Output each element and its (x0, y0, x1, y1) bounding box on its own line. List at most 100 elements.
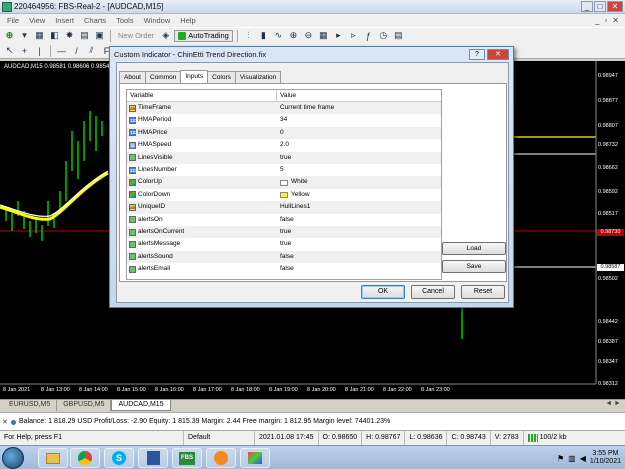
zoom-in-icon[interactable]: ⊕ (287, 29, 300, 42)
bar-chart-icon[interactable]: ⫶ (242, 29, 255, 42)
taskbar-skype-icon[interactable]: S (104, 448, 134, 468)
tab-colors[interactable]: Colors (207, 71, 236, 83)
param-value[interactable]: 2.0 (280, 139, 289, 151)
data-window-icon[interactable]: ◧ (48, 29, 61, 42)
clock[interactable]: 3:55 PM 1/10/2021 (590, 450, 621, 466)
param-value[interactable]: false (280, 263, 294, 275)
menu-tools[interactable]: Tools (116, 16, 134, 25)
param-row[interactable]: alertsSound false (127, 250, 441, 264)
tab-visualization[interactable]: Visualization (234, 71, 282, 83)
network-icon[interactable]: ▥ (568, 454, 576, 463)
taskbar-explorer-icon[interactable] (38, 448, 68, 468)
param-value[interactable]: true (280, 152, 291, 164)
reset-button[interactable]: Reset (461, 285, 505, 299)
trendline-icon[interactable]: / (70, 44, 83, 57)
autoscroll-icon[interactable]: ▸ (332, 29, 345, 42)
zoom-out-icon[interactable]: ⊖ (302, 29, 315, 42)
tester-icon[interactable]: ▣ (93, 29, 106, 42)
load-button[interactable]: Load (442, 242, 506, 255)
taskbar-chrome-icon[interactable] (70, 448, 100, 468)
volume-icon[interactable]: ◀ (580, 454, 586, 463)
autotrading-button[interactable]: AutoTrading (174, 29, 233, 42)
indicators-icon[interactable]: ƒ (362, 29, 375, 42)
taskbar-media-icon[interactable] (206, 448, 236, 468)
param-value[interactable]: Current time frame (280, 102, 334, 114)
periods-icon[interactable]: ◷ (377, 29, 390, 42)
param-row[interactable]: alertsOnCurrent true (127, 225, 441, 239)
tab-about[interactable]: About (119, 71, 146, 83)
taskbar-word-icon[interactable] (138, 448, 168, 468)
minimize-button[interactable]: _ (581, 1, 593, 12)
ok-button[interactable]: OK (361, 285, 405, 299)
taskbar-paint-icon[interactable] (240, 448, 270, 468)
navigator-icon[interactable]: ✸ (63, 29, 76, 42)
new-order-button[interactable]: New Order (115, 31, 157, 40)
param-value[interactable]: White (291, 176, 308, 188)
header-variable[interactable]: Variable (127, 90, 277, 101)
color-swatch[interactable] (280, 191, 288, 198)
menu-window[interactable]: Window (144, 16, 171, 25)
taskbar-fbs-icon[interactable]: FBS (172, 448, 202, 468)
menu-file[interactable]: File (7, 16, 19, 25)
param-value[interactable]: HullLines1 (280, 201, 310, 213)
color-swatch[interactable] (280, 179, 288, 186)
param-row[interactable]: alertsOn false (127, 214, 441, 226)
cursor-icon[interactable]: ↖ (3, 44, 16, 57)
param-row[interactable]: 123 LinesNumber 5 (127, 164, 441, 176)
param-value[interactable]: false (280, 214, 294, 226)
start-button[interactable] (2, 447, 24, 469)
param-row[interactable]: alertsMessage true (127, 238, 441, 250)
close-button[interactable]: ✕ (607, 1, 623, 12)
flag-icon[interactable]: ⚑ (557, 454, 564, 463)
param-value[interactable]: Yellow (291, 189, 310, 201)
menu-charts[interactable]: Charts (84, 16, 106, 25)
param-row[interactable]: LinesVisible true (127, 151, 441, 164)
line-chart-icon[interactable]: ∿ (272, 29, 285, 42)
candle-chart-icon[interactable]: ▮ (257, 29, 270, 42)
save-button[interactable]: Save (442, 260, 506, 273)
tile-icon[interactable]: ▦ (317, 29, 330, 42)
maximize-button[interactable]: □ (594, 1, 606, 12)
new-chart-icon[interactable]: ⊕ (3, 29, 16, 42)
param-value[interactable]: 0 (280, 127, 284, 139)
param-row[interactable]: ColorUp White (127, 176, 441, 189)
profiles-icon[interactable]: ▾ (18, 29, 31, 42)
param-value[interactable]: 5 (280, 164, 284, 176)
dialog-help-button[interactable]: ? (469, 49, 485, 60)
menu-insert[interactable]: Insert (55, 16, 74, 25)
param-value[interactable]: true (280, 226, 291, 238)
param-value[interactable]: true (280, 238, 291, 250)
param-row[interactable]: ½ HMASpeed 2.0 (127, 139, 441, 151)
menu-help[interactable]: Help (180, 16, 195, 25)
dialog-close-button[interactable]: ✕ (487, 49, 509, 60)
menu-view[interactable]: View (29, 16, 45, 25)
mdi-restore-icon[interactable]: ▫ (604, 16, 607, 25)
chart-tab-nav[interactable]: ◄ ► (605, 400, 625, 411)
param-value[interactable]: 34 (280, 114, 287, 126)
crosshair-icon[interactable]: + (18, 44, 31, 57)
chart-tab-eurusd[interactable]: EURUSD,M5 (3, 400, 58, 411)
chart-tab-gbpusd[interactable]: GBPUSD,M5 (57, 400, 112, 411)
cancel-button[interactable]: Cancel (411, 285, 455, 299)
param-value[interactable]: false (280, 251, 294, 263)
param-row[interactable]: ab UniqueID HullLines1 (127, 201, 441, 214)
tab-common[interactable]: Common (145, 71, 182, 83)
param-row[interactable]: alertsEmail false (127, 263, 441, 275)
metaeditor-icon[interactable]: ◈ (159, 29, 172, 42)
chart-tab-audcad[interactable]: AUDCAD,M15 (111, 400, 171, 411)
param-row[interactable]: 123 HMAPrice 0 (127, 126, 441, 140)
tab-inputs[interactable]: Inputs (180, 70, 209, 83)
header-value[interactable]: Value (277, 90, 296, 101)
templates-icon[interactable]: ▤ (392, 29, 405, 42)
mdi-close-icon[interactable]: ✕ (612, 16, 619, 25)
param-row[interactable]: 123 HMAPeriod 34 (127, 114, 441, 126)
channel-icon[interactable]: ⫽ (85, 44, 98, 57)
vertical-line-icon[interactable]: | (33, 44, 46, 57)
param-row[interactable]: ColorDown Yellow (127, 189, 441, 201)
mdi-minimize-icon[interactable]: _ (595, 16, 599, 25)
horizontal-line-icon[interactable]: — (55, 44, 68, 57)
chart-shift-icon[interactable]: ▹ (347, 29, 360, 42)
terminal-icon[interactable]: ▤ (78, 29, 91, 42)
param-row[interactable]: ab TimeFrame Current time frame (127, 102, 441, 115)
market-watch-icon[interactable]: ▦ (33, 29, 46, 42)
